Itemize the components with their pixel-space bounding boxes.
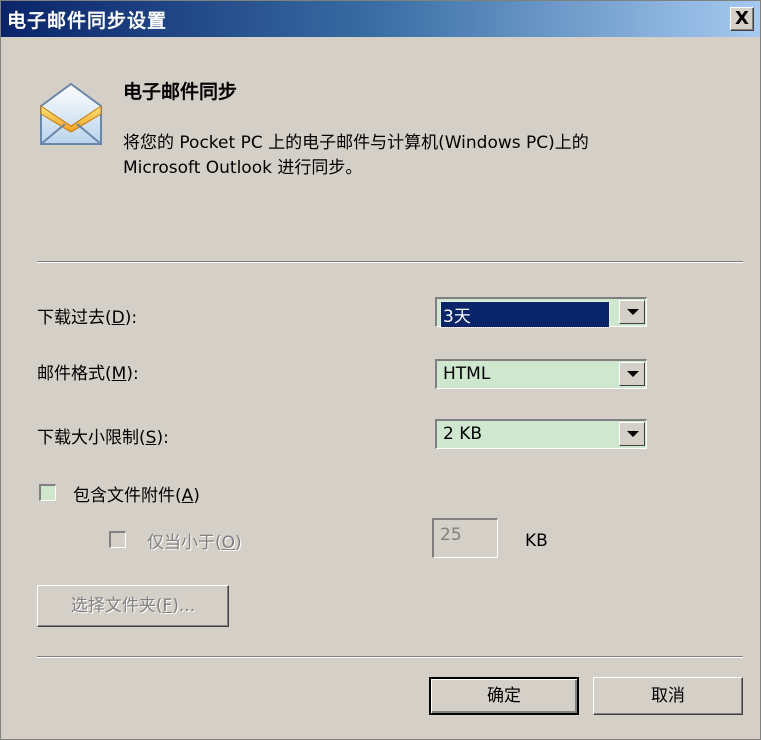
window-title: 电子邮件同步设置	[7, 10, 168, 32]
chevron-down-icon[interactable]	[619, 362, 645, 386]
mail-format-value: HTML	[443, 364, 491, 384]
separator-top	[37, 261, 743, 263]
include-attachments-accel: A	[181, 486, 194, 506]
mail-format-select[interactable]: HTML	[435, 359, 647, 389]
description-line-2: Microsoft Outlook 进行同步。	[123, 158, 363, 178]
download-past-text: 下载过去	[37, 308, 105, 328]
download-past-select[interactable]: 3天	[435, 297, 647, 328]
separator-bottom	[37, 656, 743, 658]
attachment-size-input[interactable]: 25	[432, 518, 498, 558]
only-smaller-accel: O	[221, 533, 236, 553]
header-description: 将您的 Pocket PC 上的电子邮件与计算机(Windows PC)上的 M…	[123, 131, 743, 181]
only-smaller-text: 仅当小于	[147, 533, 215, 553]
download-past-label: 下载过去(D):	[37, 308, 138, 328]
envelope-icon	[40, 82, 102, 145]
mail-format-label: 邮件格式(M):	[37, 364, 139, 384]
select-folders-button[interactable]: 选择文件夹(F)...	[37, 585, 229, 627]
download-past-accel: D	[111, 308, 125, 328]
email-sync-settings-dialog: 电子邮件同步设置 X 电子邮件同步 将您的 Pocket PC 上的电子邮件与计…	[0, 0, 761, 740]
header-title: 电子邮件同步	[123, 81, 238, 103]
mail-format-accel: M	[111, 364, 127, 384]
download-size-text: 下载大小限制	[37, 428, 139, 448]
description-line-1: 将您的 Pocket PC 上的电子邮件与计算机(Windows PC)上的	[123, 133, 589, 153]
select-folders-text: 选择文件夹	[70, 596, 156, 616]
title-bar[interactable]: 电子邮件同步设置 X	[1, 1, 760, 37]
download-size-label: 下载大小限制(S):	[37, 428, 169, 448]
mail-format-text: 邮件格式	[37, 364, 105, 384]
chevron-down-icon[interactable]	[619, 422, 645, 446]
download-past-value: 3天	[440, 301, 610, 328]
download-size-value: 2 KB	[443, 424, 483, 444]
download-size-accel: S	[145, 428, 157, 448]
attachment-size-unit: KB	[525, 531, 548, 551]
include-attachments-text: 包含文件附件	[73, 486, 175, 506]
include-attachments-label[interactable]: 包含文件附件(A)	[73, 481, 200, 506]
select-folders-label: 选择文件夹(F)...	[70, 596, 196, 616]
attachment-size-value: 25	[440, 525, 462, 545]
select-folders-accel: F	[162, 596, 173, 616]
only-smaller-checkbox[interactable]	[109, 531, 126, 548]
chevron-down-icon[interactable]	[619, 300, 645, 324]
include-attachments-checkbox[interactable]	[39, 484, 56, 501]
download-size-select[interactable]: 2 KB	[435, 419, 647, 449]
cancel-button[interactable]: 取消	[593, 677, 743, 715]
only-smaller-label: 仅当小于(O)	[147, 533, 242, 553]
close-button[interactable]: X	[730, 7, 754, 31]
ok-button[interactable]: 确定	[429, 677, 579, 715]
